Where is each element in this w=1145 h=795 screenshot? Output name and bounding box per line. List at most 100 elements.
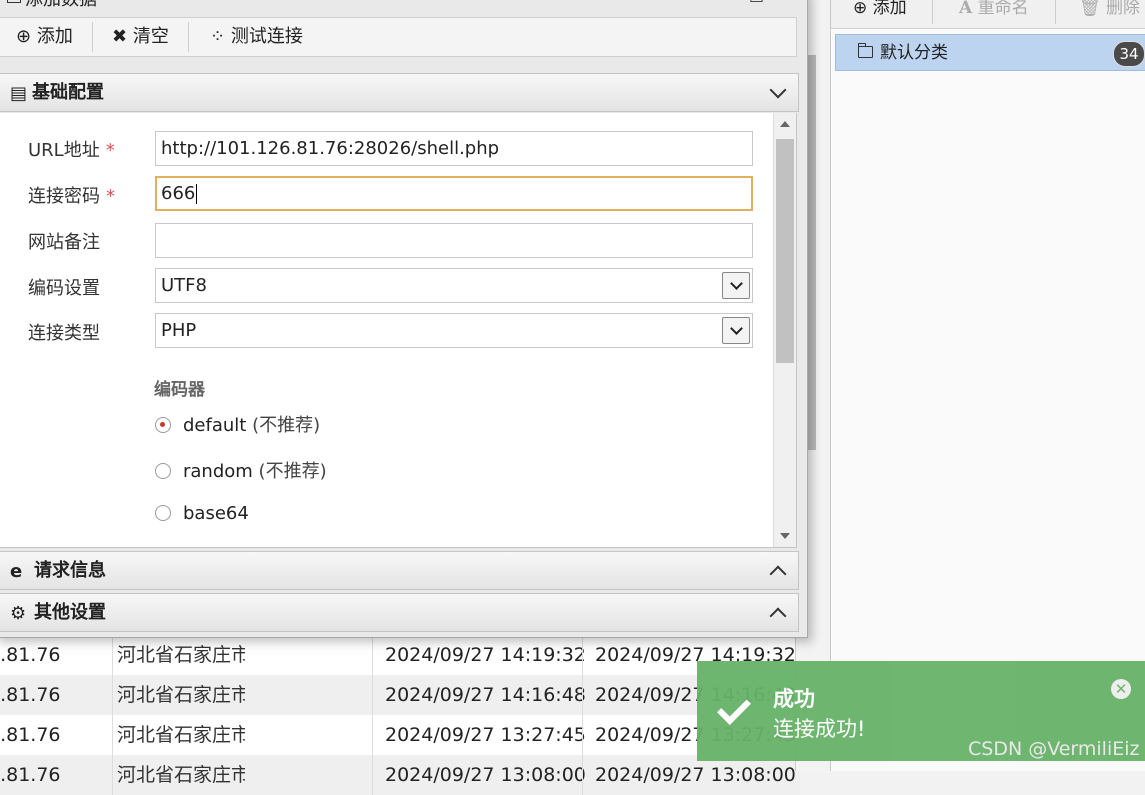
- category-rename-label: 重命名: [977, 0, 1029, 18]
- url-input[interactable]: http://101.126.81.76:28026/shell.php: [155, 131, 753, 166]
- table-cell-location: 河北省石家庄市: [112, 755, 245, 795]
- encoder-option-base64[interactable]: base64: [155, 503, 249, 524]
- encoding-label: 编码设置: [28, 278, 100, 299]
- table-row[interactable]: 6.81.76 河北省石家庄市 2024/09/27 13:08:00 2024…: [0, 755, 800, 795]
- test-connection-label: 测试连接: [230, 26, 303, 47]
- font-a-icon: A: [959, 0, 973, 18]
- radio-icon[interactable]: [155, 505, 171, 521]
- maximize-icon[interactable]: □: [749, 0, 764, 3]
- scroll-up-icon[interactable]: [780, 121, 790, 127]
- chevron-up-icon: [769, 607, 787, 625]
- chevron-down-icon[interactable]: [722, 317, 750, 344]
- data-table: 6.81.76 河北省石家庄市 2024/09/27 14:19:32 2024…: [0, 635, 800, 795]
- close-icon[interactable]: ✕: [773, 0, 787, 3]
- plus-circle-icon: ⊕: [853, 0, 868, 18]
- table-row[interactable]: 6.81.76 河北省石家庄市 2024/09/27 14:16:48 2024…: [0, 675, 800, 715]
- chevron-down-icon[interactable]: [722, 272, 750, 299]
- dialog-title: 添加数据: [25, 0, 97, 11]
- section-other-title: 其他设置: [34, 602, 106, 623]
- form-scrollbar[interactable]: [773, 113, 796, 547]
- table-cell-ip: 6.81.76: [0, 764, 61, 786]
- connection-type-value: PHP: [161, 320, 197, 341]
- category-toolbar: ⊕ 添加 A 重命名 🗑 删除: [831, 0, 1145, 29]
- table-cell-location: 河北省石家庄市: [112, 675, 245, 715]
- connection-type-select[interactable]: PHP: [155, 313, 753, 348]
- trash-icon: 🗑: [1079, 0, 1101, 18]
- test-connection-button[interactable]: ⁘ 测试连接: [210, 18, 303, 56]
- required-mark: *: [106, 186, 115, 207]
- folder-icon: [858, 43, 873, 58]
- category-count-badge: 34: [1113, 41, 1145, 67]
- gears-icon: ⚙: [10, 603, 27, 624]
- encoder-note: (不推荐): [258, 461, 327, 482]
- category-name: 默认分类: [880, 43, 948, 63]
- note-label: 网站备注: [28, 232, 100, 253]
- clear-button-label: 清空: [132, 26, 169, 47]
- category-delete-button[interactable]: 🗑 删除: [1079, 0, 1140, 22]
- table-cell-updated: 2024/09/27 13:08:00: [582, 755, 805, 795]
- radio-selected-icon[interactable]: [155, 417, 171, 433]
- encoder-option-default[interactable]: default (不推荐): [155, 411, 320, 437]
- table-cell-ip: 6.81.76: [0, 684, 61, 706]
- category-item-default[interactable]: 默认分类 34: [835, 34, 1145, 71]
- password-input[interactable]: 666: [155, 176, 753, 211]
- dialog-titlebar[interactable]: 添加数据 ‒ □ ✕: [0, 0, 807, 11]
- watermark: CSDN @VermiliEiz: [968, 738, 1140, 760]
- section-request-header[interactable]: e 请求信息: [0, 551, 799, 590]
- section-request-title: 请求信息: [34, 560, 106, 581]
- toolbar-divider: [932, 0, 933, 24]
- category-panel: ⊕ 添加 A 重命名 🗑 删除 默认分类 34: [830, 0, 1145, 771]
- plus-circle-icon: ⊕: [16, 26, 32, 47]
- x-icon: ✖: [112, 26, 128, 47]
- note-input[interactable]: [155, 223, 753, 258]
- encoder-name: random: [183, 461, 253, 482]
- add-button[interactable]: ⊕ 添加: [16, 18, 73, 56]
- toolbar-divider: [1055, 0, 1056, 24]
- table-cell-created: 2024/09/27 13:08:00: [372, 755, 595, 795]
- required-mark: *: [105, 140, 115, 161]
- chevron-up-icon: [769, 565, 787, 583]
- category-add-button[interactable]: ⊕ 添加: [853, 0, 907, 22]
- clear-button[interactable]: ✖ 清空: [112, 18, 169, 56]
- add-button-label: 添加: [36, 26, 73, 47]
- encoder-name: base64: [183, 503, 249, 524]
- radio-icon[interactable]: [155, 463, 171, 479]
- spinner-icon: ⁘: [210, 26, 226, 47]
- toast-message: 连接成功!: [773, 717, 866, 741]
- encoder-note: (不推荐): [252, 415, 321, 436]
- category-rename-button[interactable]: A 重命名: [959, 0, 1029, 22]
- encoder-title: 编码器: [154, 380, 205, 400]
- checkmark-icon: [717, 691, 751, 725]
- table-row[interactable]: 6.81.76 河北省石家庄市 2024/09/27 14:19:32 2024…: [0, 635, 800, 675]
- table-cell-created: 2024/09/27 13:27:45: [372, 715, 595, 755]
- table-cell-created: 2024/09/27 14:16:48: [372, 675, 595, 715]
- category-add-label: 添加: [872, 0, 907, 18]
- toolbar-divider: [92, 22, 93, 52]
- toast-title: 成功: [773, 687, 815, 711]
- section-basic-title: 基础配置: [32, 82, 104, 103]
- window-icon: [7, 0, 21, 3]
- table-cell-ip: 6.81.76: [0, 724, 61, 746]
- scrollbar-thumb[interactable]: [776, 139, 794, 363]
- section-other-header[interactable]: ⚙ 其他设置: [0, 593, 799, 632]
- encoder-option-random[interactable]: random (不推荐): [155, 457, 327, 483]
- encoding-select[interactable]: UTF8: [155, 268, 753, 303]
- table-cell-location: 河北省石家庄市: [112, 715, 245, 755]
- table-cell-ip: 6.81.76: [0, 644, 61, 666]
- minimize-icon[interactable]: ‒: [725, 0, 739, 3]
- scroll-down-icon[interactable]: [780, 533, 790, 539]
- section-basic-header[interactable]: ▤ 基础配置: [0, 73, 799, 112]
- table-cell-created: 2024/09/27 14:19:32: [372, 635, 595, 675]
- table-cell-location: 河北省石家庄市: [112, 635, 245, 675]
- table-row[interactable]: 6.81.76 河北省石家庄市 2024/09/27 13:27:45 2024…: [0, 715, 800, 755]
- text-caret: [196, 184, 198, 204]
- connection-type-label: 连接类型: [28, 323, 100, 344]
- encoder-name: default: [183, 415, 247, 436]
- encoding-value: UTF8: [161, 275, 207, 296]
- password-label-text: 连接密码: [28, 186, 100, 207]
- url-label-text: URL地址: [28, 140, 100, 161]
- toolbar-divider: [188, 22, 189, 52]
- ie-icon: e: [10, 561, 23, 582]
- close-icon[interactable]: ✕: [1111, 679, 1131, 699]
- document-icon: ▤: [10, 83, 28, 104]
